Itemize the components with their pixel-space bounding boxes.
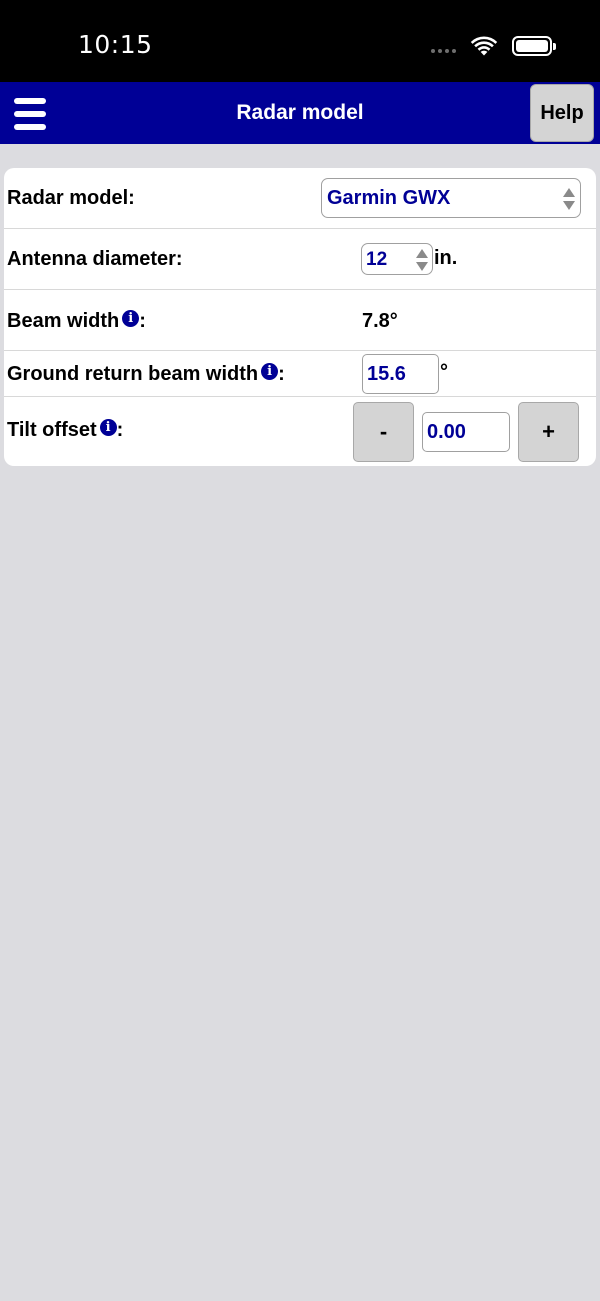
beam-width-colon: :: [139, 310, 146, 332]
beam-width-label: Beam width: [7, 310, 120, 332]
status-bar: 10:15: [0, 0, 600, 82]
battery-icon: [512, 36, 556, 56]
ground-return-row: Ground return beam width i: 15.6 °: [4, 351, 596, 397]
tilt-offset-label: Tilt offset: [7, 419, 97, 441]
wifi-icon: [470, 36, 498, 56]
status-time: 10:15: [78, 30, 153, 59]
beam-width-label-group: Beam width i:: [7, 310, 146, 333]
antenna-diameter-label: Antenna diameter:: [7, 248, 183, 270]
tilt-offset-row: Tilt offset i: - 0.00 +: [4, 397, 596, 466]
tilt-increase-button[interactable]: +: [518, 402, 579, 462]
signal-icon: [431, 49, 456, 53]
tilt-decrease-button[interactable]: -: [353, 402, 414, 462]
radar-model-row: Radar model: Garmin GWX: [4, 168, 596, 229]
ground-return-label: Ground return beam width: [7, 363, 259, 385]
page-title: Radar model: [236, 101, 364, 124]
status-icons: [431, 34, 556, 58]
antenna-diameter-value: 12: [366, 249, 388, 270]
ground-return-label-group: Ground return beam width i:: [7, 363, 285, 386]
beam-width-row: Beam width i: 7.8°: [4, 290, 596, 351]
antenna-diameter-unit: in.: [434, 247, 458, 269]
select-arrows-icon: [415, 247, 429, 273]
help-button[interactable]: Help: [530, 84, 594, 142]
radar-model-value: Garmin GWX: [327, 187, 451, 209]
ground-return-input[interactable]: 15.6: [362, 354, 439, 394]
settings-card: Radar model: Garmin GWX Antenna diameter…: [4, 168, 596, 466]
info-icon[interactable]: i: [99, 419, 117, 436]
ground-return-unit: °: [440, 361, 448, 383]
antenna-diameter-select[interactable]: 12: [361, 243, 433, 275]
ground-return-colon: :: [278, 363, 285, 385]
radar-model-label: Radar model:: [7, 187, 135, 209]
tilt-offset-colon: :: [116, 419, 124, 441]
antenna-diameter-row: Antenna diameter: 12 in.: [4, 229, 596, 290]
nav-bar: Radar model Help: [0, 82, 600, 144]
tilt-offset-label-group: Tilt offset i:: [7, 419, 123, 442]
info-icon[interactable]: i: [261, 363, 279, 380]
beam-width-value: 7.8°: [362, 310, 398, 332]
info-icon[interactable]: i: [122, 310, 140, 327]
radar-model-select[interactable]: Garmin GWX: [321, 178, 581, 218]
select-arrows-icon: [562, 186, 576, 212]
tilt-offset-input[interactable]: 0.00: [422, 412, 510, 452]
